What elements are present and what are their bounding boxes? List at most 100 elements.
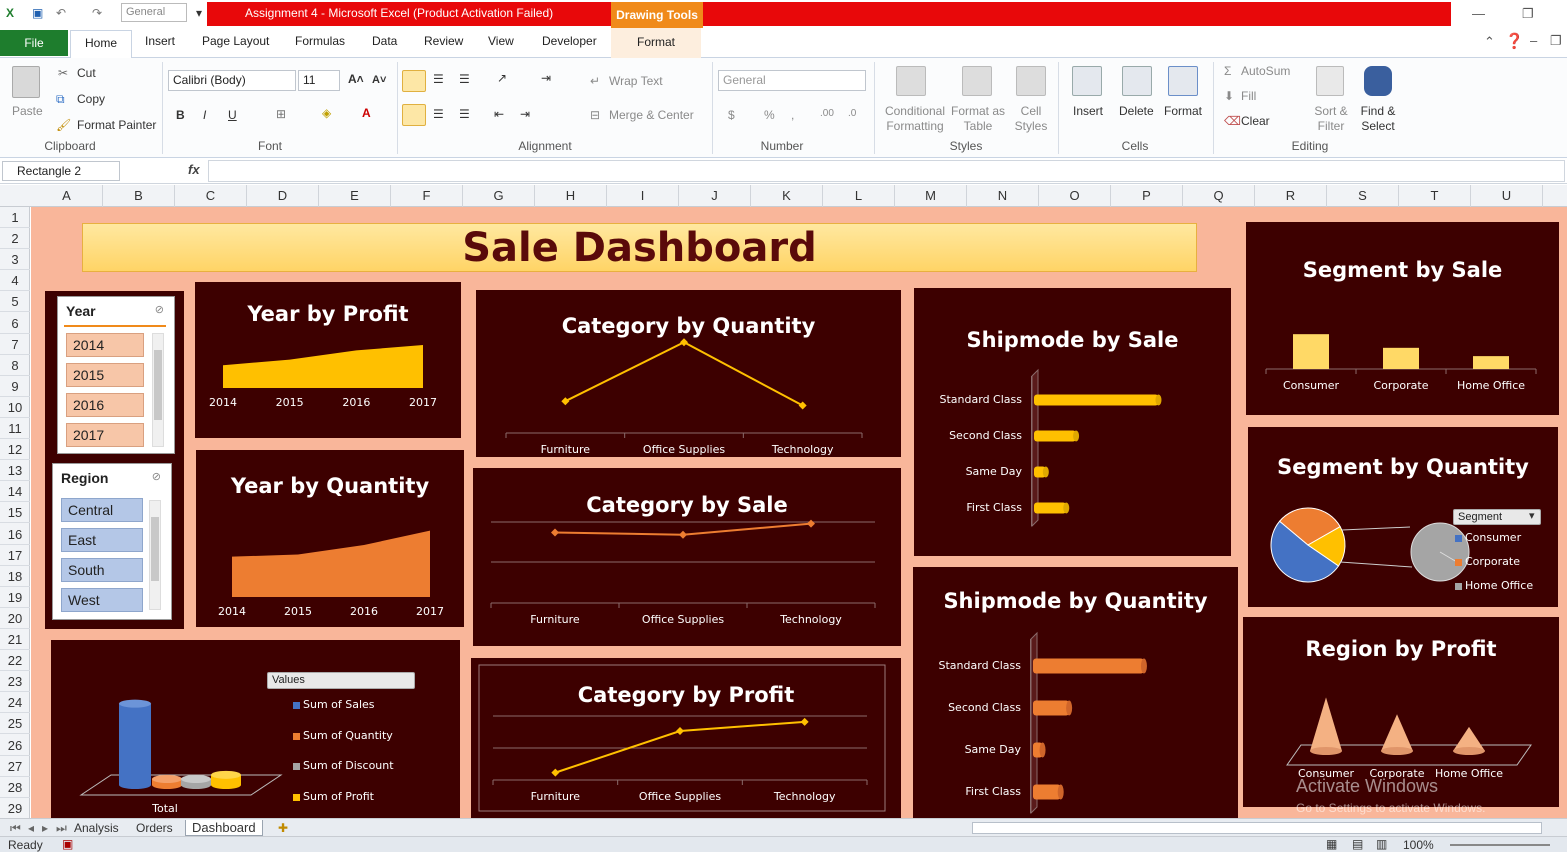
row-header[interactable]: 12 bbox=[0, 439, 30, 461]
chart-segment-by-sale[interactable]: Segment by Sale Consumer Corporate Home Off… bbox=[1246, 222, 1559, 415]
row-header[interactable]: 29 bbox=[0, 798, 30, 819]
format-as-table-icon[interactable] bbox=[962, 66, 992, 96]
tab-data[interactable]: Data bbox=[372, 34, 397, 48]
region-slicer[interactable]: Region ⊘ Central East South West bbox=[52, 463, 172, 620]
row-header[interactable]: 18 bbox=[0, 566, 30, 587]
align-right-icon[interactable]: ☰ bbox=[459, 107, 470, 121]
row-header[interactable]: 25 bbox=[0, 713, 30, 735]
column-header[interactable]: D bbox=[247, 185, 319, 207]
chart-values-total[interactable]: Total Values Sum of Sales Sum of Quantity Su… bbox=[51, 640, 460, 818]
region-slicer-item[interactable]: Central bbox=[61, 498, 143, 522]
name-box[interactable]: Rectangle 2 bbox=[2, 161, 120, 181]
clear-icon[interactable]: ⌫ bbox=[1224, 114, 1241, 128]
row-header[interactable]: 20 bbox=[0, 608, 30, 629]
page-break-view-icon[interactable]: ▥ bbox=[1376, 837, 1387, 851]
chart-year-by-quantity[interactable]: Year by Quantity 2014 2015 2016 2017 bbox=[196, 450, 464, 627]
sheet-tab-orders[interactable]: Orders bbox=[130, 820, 179, 836]
row-header[interactable]: 9 bbox=[0, 376, 30, 397]
column-header[interactable]: R bbox=[1255, 185, 1327, 207]
minimize-icon[interactable]: — bbox=[1472, 6, 1485, 21]
underline-icon[interactable]: U bbox=[228, 108, 237, 122]
number-format-combo[interactable]: General bbox=[718, 70, 866, 91]
restore-icon[interactable]: ❐ bbox=[1522, 6, 1534, 22]
workbook-minimize-icon[interactable]: – bbox=[1530, 33, 1537, 48]
align-middle-icon[interactable]: ☰ bbox=[433, 72, 444, 86]
sort-filter-icon[interactable] bbox=[1316, 66, 1344, 96]
chart-segment-by-quantity[interactable]: Segment by Quantity Segment ▾ Consumer Corpo… bbox=[1248, 427, 1558, 607]
grow-font-icon[interactable]: A˄ bbox=[348, 72, 364, 86]
region-slicer-item[interactable]: South bbox=[61, 558, 143, 582]
text-direction-icon[interactable]: ⇥ bbox=[541, 71, 551, 85]
chart-shipmode-by-sale[interactable]: Shipmode by Sale Standard Class Second Cla… bbox=[914, 288, 1231, 556]
chart-category-by-quantity[interactable]: Category by Quantity Furniture Office Supp… bbox=[476, 290, 901, 457]
font-name-combo[interactable]: Calibri (Body) bbox=[168, 70, 296, 91]
horizontal-scrollbar[interactable] bbox=[972, 822, 1542, 834]
tab-review[interactable]: Review bbox=[424, 34, 463, 48]
chart-year-by-profit[interactable]: Year by Profit 2014 2015 2016 2017 bbox=[195, 282, 461, 438]
column-header[interactable]: S bbox=[1327, 185, 1399, 207]
comma-icon[interactable]: , bbox=[791, 108, 794, 122]
align-center-icon[interactable]: ☰ bbox=[433, 107, 444, 121]
year-slicer-item[interactable]: 2016 bbox=[66, 393, 144, 417]
column-header[interactable]: N bbox=[967, 185, 1039, 207]
column-header[interactable]: U bbox=[1471, 185, 1543, 207]
column-header[interactable]: B bbox=[103, 185, 175, 207]
paste-icon[interactable] bbox=[12, 66, 40, 98]
bold-icon[interactable]: B bbox=[176, 108, 185, 122]
cell-styles-button[interactable]: Cell Styles bbox=[1008, 104, 1054, 134]
decrease-decimal-icon[interactable]: .0 bbox=[848, 108, 856, 119]
cut-icon[interactable]: ✂ bbox=[58, 66, 68, 80]
column-header[interactable]: A bbox=[31, 185, 103, 207]
year-slicer[interactable]: Year ⊘ 2014 2015 2016 2017 bbox=[57, 296, 175, 454]
zoom-level[interactable]: 100% bbox=[1403, 838, 1434, 852]
row-header[interactable]: 14 bbox=[0, 481, 30, 503]
row-header[interactable]: 7 bbox=[0, 334, 30, 355]
sheet-tab-analysis[interactable]: Analysis bbox=[68, 820, 125, 836]
insert-function-button[interactable]: fx bbox=[188, 162, 200, 177]
row-header[interactable]: 28 bbox=[0, 777, 30, 798]
column-header[interactable]: C bbox=[175, 185, 247, 207]
row-header[interactable]: 2 bbox=[0, 228, 30, 250]
shrink-font-icon[interactable]: A˅ bbox=[372, 74, 386, 86]
find-select-button[interactable]: Find & Select bbox=[1358, 104, 1398, 134]
normal-view-icon[interactable]: ▦ bbox=[1326, 837, 1337, 851]
tab-file[interactable]: File bbox=[0, 30, 68, 56]
tab-view[interactable]: View bbox=[488, 34, 514, 48]
conditional-formatting-icon[interactable] bbox=[896, 66, 926, 96]
region-slicer-item[interactable]: West bbox=[61, 588, 143, 612]
currency-icon[interactable]: $ bbox=[728, 108, 735, 122]
row-header[interactable]: 1 bbox=[0, 207, 30, 228]
row-header[interactable]: 15 bbox=[0, 502, 30, 524]
formula-input[interactable] bbox=[208, 160, 1565, 182]
row-header[interactable]: 22 bbox=[0, 650, 30, 672]
copy-icon[interactable]: ⧉ bbox=[56, 92, 65, 107]
customize-qat-icon[interactable]: ▾ bbox=[196, 6, 202, 20]
year-slicer-item[interactable]: 2015 bbox=[66, 363, 144, 387]
row-header[interactable]: 23 bbox=[0, 671, 30, 693]
percent-icon[interactable]: % bbox=[764, 108, 775, 122]
worksheet-dashboard[interactable]: Sale Dashboard Year ⊘ 2014 2015 2016 201… bbox=[31, 207, 1567, 818]
qat-number-format-combo[interactable]: General bbox=[121, 3, 187, 22]
format-as-table-button[interactable]: Format as Table bbox=[950, 104, 1006, 134]
increase-decimal-icon[interactable]: .00 bbox=[820, 108, 834, 119]
chart-category-by-profit[interactable]: Category by Profit Furniture Office Suppli… bbox=[471, 658, 901, 818]
merge-center-button[interactable]: Merge & Center bbox=[609, 108, 694, 122]
align-left-icon[interactable] bbox=[402, 104, 426, 126]
wrap-text-icon[interactable]: ↵ bbox=[590, 74, 600, 88]
row-header[interactable]: 6 bbox=[0, 313, 30, 334]
delete-cells-button[interactable]: Delete bbox=[1119, 104, 1154, 118]
slicer-scrollbar[interactable] bbox=[149, 500, 161, 610]
row-header[interactable]: 26 bbox=[0, 735, 30, 756]
redo-icon[interactable]: ↷ bbox=[92, 6, 102, 20]
column-header[interactable]: H bbox=[535, 185, 607, 207]
font-color-icon[interactable]: A bbox=[362, 106, 371, 120]
row-header[interactable]: 13 bbox=[0, 460, 30, 482]
format-painter-button[interactable]: Format Painter bbox=[77, 118, 156, 132]
row-header[interactable]: 19 bbox=[0, 587, 30, 608]
row-header[interactable]: 8 bbox=[0, 355, 30, 376]
row-header[interactable]: 21 bbox=[0, 629, 30, 650]
row-header[interactable]: 17 bbox=[0, 545, 30, 566]
row-header[interactable]: 24 bbox=[0, 692, 30, 714]
tab-developer[interactable]: Developer bbox=[542, 34, 597, 48]
year-slicer-item[interactable]: 2017 bbox=[66, 423, 144, 447]
